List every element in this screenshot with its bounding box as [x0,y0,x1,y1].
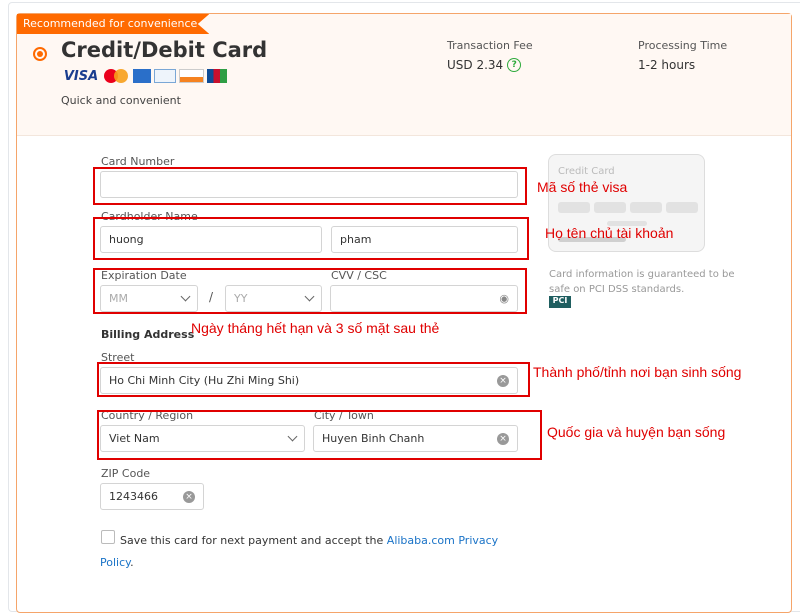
method-subtitle: Quick and convenient [61,94,181,107]
annotation-box-country [97,410,542,460]
processing-value: 1-2 hours [638,58,696,72]
zip-value: 1243466 [109,490,158,503]
save-card-period: . [130,556,134,569]
annotation-box-card-number [93,167,527,205]
save-card-label: Save this card for next payment and acce… [120,534,387,547]
card-digit-placeholder [594,202,626,213]
card-digit-placeholder [558,202,590,213]
visa-logo: VISA [63,68,99,84]
discover-logo [179,69,204,83]
annotation-box-name [93,217,529,260]
fee-label: Transaction Fee [447,39,533,52]
fee-value: USD 2.34? [447,58,522,72]
fee-amount: USD 2.34 [447,58,504,72]
zip-input[interactable]: 1243466 × [100,483,204,510]
card-digit-placeholder [666,202,698,213]
card-logos: VISA [61,68,227,84]
jcb-logo [207,69,227,83]
annotation-name: Họ tên chủ tài khoản [545,225,674,241]
save-card-text: Save this card for next payment and acce… [100,530,500,574]
annotation-street: Thành phố/tỉnh nơi bạn sinh sống [533,364,742,380]
annotation-box-expiry [93,268,527,314]
card-digit-placeholder [630,202,662,213]
diners-logo [154,69,176,83]
billing-address-title: Billing Address [101,328,195,341]
question-circle-icon[interactable]: ? [507,58,522,72]
clear-icon[interactable]: × [183,490,195,503]
amex-logo [133,69,151,83]
zip-label: ZIP Code [101,467,151,480]
pci-note: Card information is guaranteed to be saf… [549,269,735,295]
card-preview-label: Credit Card [558,166,615,177]
recommended-badge: Recommended for convenience [17,14,210,34]
method-title: Credit/Debit Card [61,38,268,62]
pci-logo: PCI [549,296,571,308]
method-header[interactable]: Recommended for convenience Credit/Debit… [17,14,791,136]
annotation-country: Quốc gia và huyện bạn sống [547,424,726,440]
annotation-card-number: Mã số thẻ visa [537,179,628,195]
method-radio[interactable] [33,47,47,61]
mastercard-logo [104,68,130,84]
processing-label: Processing Time [638,39,728,52]
annotation-box-street [97,362,530,397]
annotation-expiry: Ngày tháng hết hạn và 3 số mặt sau thẻ [191,320,440,336]
